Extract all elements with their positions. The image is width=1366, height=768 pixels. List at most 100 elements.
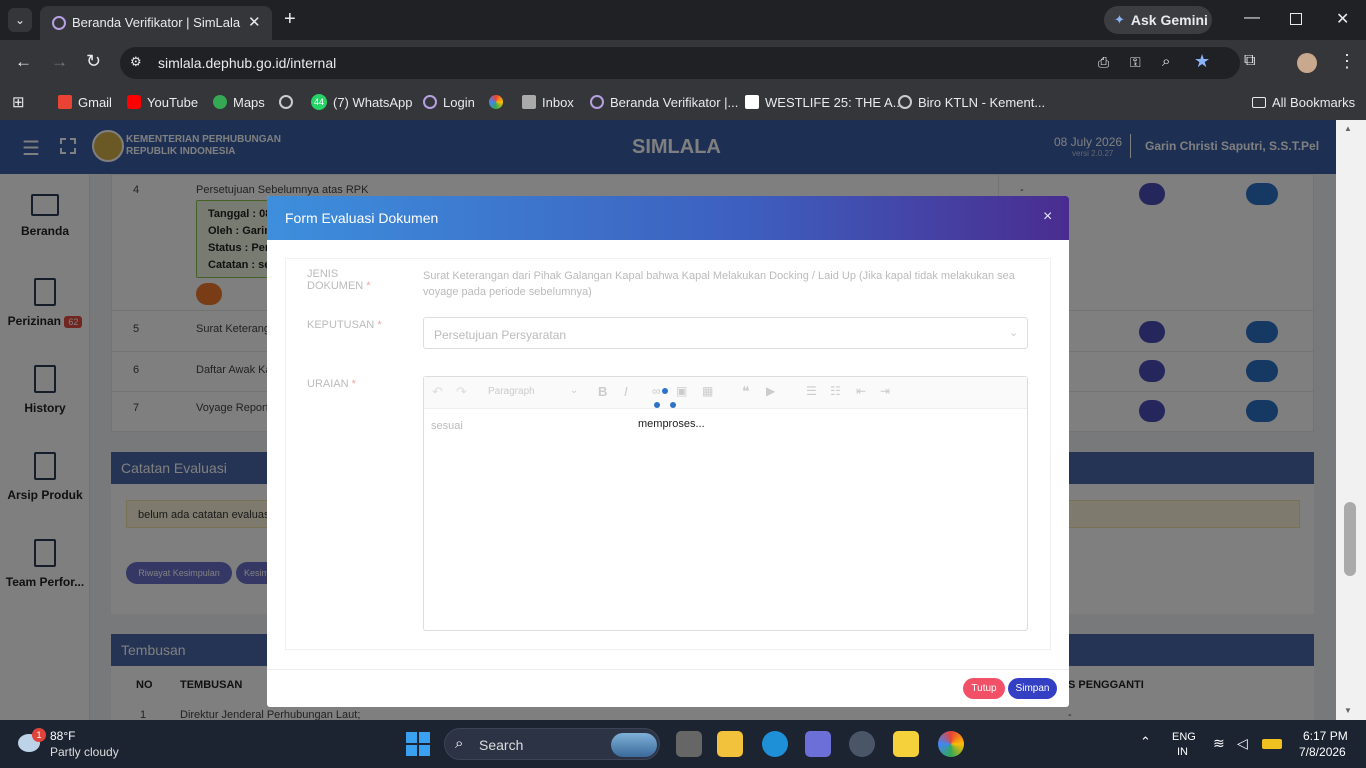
indent-icon[interactable]: ⇥ xyxy=(880,384,890,398)
redo-icon[interactable]: ↷ xyxy=(456,384,467,400)
numbered-list-icon[interactable]: ☷ xyxy=(830,384,841,398)
start-windows-icon[interactable] xyxy=(406,732,430,756)
reload-icon[interactable]: ↻ xyxy=(86,51,101,72)
all-bookmarks[interactable]: All Bookmarks xyxy=(1252,92,1355,112)
new-tab-icon[interactable]: + xyxy=(284,8,296,31)
simpan-button[interactable]: Simpan xyxy=(1008,678,1057,699)
label-uraian: URAIAN * xyxy=(307,378,356,390)
editor-toolbar: ↶ ↷ Paragraph ⌄ B I ∞ ▣ ▦ ❝ ▶ ☰ ☷ ⇤ ⇥ xyxy=(424,377,1027,409)
photos-icon xyxy=(489,95,503,109)
italic-icon[interactable]: I xyxy=(624,384,628,399)
modal-title: Form Evaluasi Dokumen xyxy=(285,210,439,226)
editor-content[interactable]: sesuai xyxy=(431,420,463,432)
maximize-icon[interactable] xyxy=(1290,13,1302,25)
zoom-icon[interactable]: ⌕ xyxy=(1162,53,1170,70)
close-window-icon[interactable]: ✕ xyxy=(1336,9,1349,29)
tab-title: Beranda Verifikator | SimLala xyxy=(72,15,241,30)
install-app-icon[interactable]: ⎙ xyxy=(1098,54,1109,71)
scroll-down-icon[interactable]: ▼ xyxy=(1344,706,1352,715)
edge-icon[interactable] xyxy=(762,731,788,757)
forward-icon[interactable]: → xyxy=(51,52,68,72)
evaluasi-dokumen-modal: Form Evaluasi Dokumen × JENIS DOKUMEN * … xyxy=(267,196,1069,707)
paragraph-select[interactable]: Paragraph xyxy=(488,386,535,397)
bookmark-beranda[interactable]: Beranda Verifikator |... xyxy=(590,92,738,112)
all-bookmarks-label: All Bookmarks xyxy=(1272,94,1356,110)
jenis-dokumen-value: Surat Keterangan dari Pihak Galangan Kap… xyxy=(423,270,1015,298)
clock-date[interactable]: 7/8/2026 xyxy=(1299,745,1346,759)
bookmark-biro[interactable]: Biro KTLN - Kement... xyxy=(898,92,1045,112)
bookmark-star-icon[interactable]: ★ xyxy=(1194,51,1210,72)
language-line1[interactable]: ENG xyxy=(1172,731,1196,743)
required-mark: * xyxy=(351,378,356,390)
keputusan-select[interactable]: Persetujuan Persyaratan ⌄ xyxy=(423,317,1028,349)
image-upload-icon[interactable]: ▣ xyxy=(676,384,687,398)
bookmark-globe[interactable] xyxy=(279,92,293,112)
sticky-notes-icon[interactable] xyxy=(893,731,919,757)
undo-icon[interactable]: ↶ xyxy=(432,384,443,400)
bookmark-photos[interactable] xyxy=(489,92,503,112)
bookmark-inbox[interactable]: Inbox xyxy=(522,92,574,112)
bold-icon[interactable]: B xyxy=(598,384,607,399)
close-tab-icon[interactable]: ✕ xyxy=(248,13,261,31)
back-icon[interactable]: ← xyxy=(15,52,32,72)
bookmark-label: Beranda Verifikator |... xyxy=(610,94,739,110)
profile-avatar[interactable] xyxy=(1297,53,1317,73)
minimize-icon[interactable]: — xyxy=(1244,9,1260,27)
volume-icon[interactable]: ◁ xyxy=(1237,735,1248,752)
outdent-icon[interactable]: ⇤ xyxy=(856,384,866,398)
bookmark-label: Biro KTLN - Kement... xyxy=(918,94,1046,110)
scrollbar-thumb[interactable] xyxy=(1344,502,1356,576)
table-icon[interactable]: ▦ xyxy=(702,384,713,398)
keputusan-selected-value: Persetujuan Persyaratan xyxy=(434,328,567,342)
wifi-icon[interactable]: ≋ xyxy=(1213,735,1225,752)
label-text: URAIAN xyxy=(307,378,349,390)
label-text: JENIS DOKUMEN xyxy=(307,268,364,292)
label-keputusan: KEPUTUSAN * xyxy=(307,319,382,331)
apps-grid-icon[interactable]: ⊞ xyxy=(12,93,25,111)
bookmark-whatsapp[interactable]: 44 (7) WhatsApp xyxy=(311,92,412,112)
page-scrollbar[interactable]: ▲ ▼ xyxy=(1336,120,1366,720)
camera-icon[interactable] xyxy=(849,731,875,757)
password-key-icon[interactable]: ⚿ xyxy=(1130,54,1141,71)
chrome-icon[interactable] xyxy=(938,731,964,757)
bookmark-gmail[interactable]: Gmail xyxy=(58,92,112,112)
url-text: simlala.dephub.go.id/internal xyxy=(158,55,337,71)
address-bar[interactable]: ⚙ simlala.dephub.go.id/internal xyxy=(120,47,1240,79)
label-text: KEPUTUSAN xyxy=(307,319,375,331)
bookmark-login[interactable]: Login xyxy=(423,92,475,112)
bookmark-youtube[interactable]: YouTube xyxy=(127,92,198,112)
media-embed-icon[interactable]: ▶ xyxy=(766,384,775,398)
search-highlight-image xyxy=(611,733,657,757)
bulleted-list-icon[interactable]: ☰ xyxy=(806,384,817,398)
show-hidden-icons[interactable]: ⌃ xyxy=(1140,734,1151,750)
bookmark-label: Inbox xyxy=(542,94,574,110)
whatsapp-icon: 44 xyxy=(311,94,327,110)
blockquote-icon[interactable]: ❝ xyxy=(742,383,750,400)
search-icon: ⌕ xyxy=(455,735,464,752)
tutup-button[interactable]: Tutup xyxy=(963,678,1005,699)
modal-close-icon[interactable]: × xyxy=(1043,208,1052,226)
active-tab[interactable]: Beranda Verifikator | SimLala ✕ xyxy=(40,6,272,40)
taskbar-search-box[interactable]: ⌕ Search xyxy=(444,728,660,760)
file-explorer-icon[interactable] xyxy=(717,731,743,757)
bookmark-label: Login xyxy=(443,94,475,110)
clock-time[interactable]: 6:17 PM xyxy=(1303,729,1348,743)
bookmark-westlife[interactable]: WESTLIFE 25: THE A... xyxy=(745,92,903,112)
site-icon xyxy=(590,95,604,109)
extensions-icon[interactable]: ⧉ xyxy=(1244,52,1255,70)
bookmark-label: Maps xyxy=(233,94,265,110)
tab-search-icon[interactable]: ⌄ xyxy=(8,8,32,32)
ask-gemini-button[interactable]: ✦ Ask Gemini xyxy=(1104,6,1212,34)
app-icon[interactable] xyxy=(805,731,831,757)
battery-icon[interactable] xyxy=(1262,739,1282,749)
bookmark-maps[interactable]: Maps xyxy=(213,92,265,112)
weather-widget[interactable]: 1 xyxy=(14,728,46,756)
scroll-up-icon[interactable]: ▲ xyxy=(1344,124,1352,133)
site-info-icon[interactable]: ⚙ xyxy=(130,54,142,70)
language-line2[interactable]: IN xyxy=(1177,746,1188,758)
task-view-icon[interactable] xyxy=(676,731,702,757)
required-mark: * xyxy=(366,280,371,292)
weather-temp: 88°F xyxy=(50,729,76,743)
menu-icon[interactable]: ⋮ xyxy=(1338,51,1356,72)
inbox-icon xyxy=(522,95,536,109)
